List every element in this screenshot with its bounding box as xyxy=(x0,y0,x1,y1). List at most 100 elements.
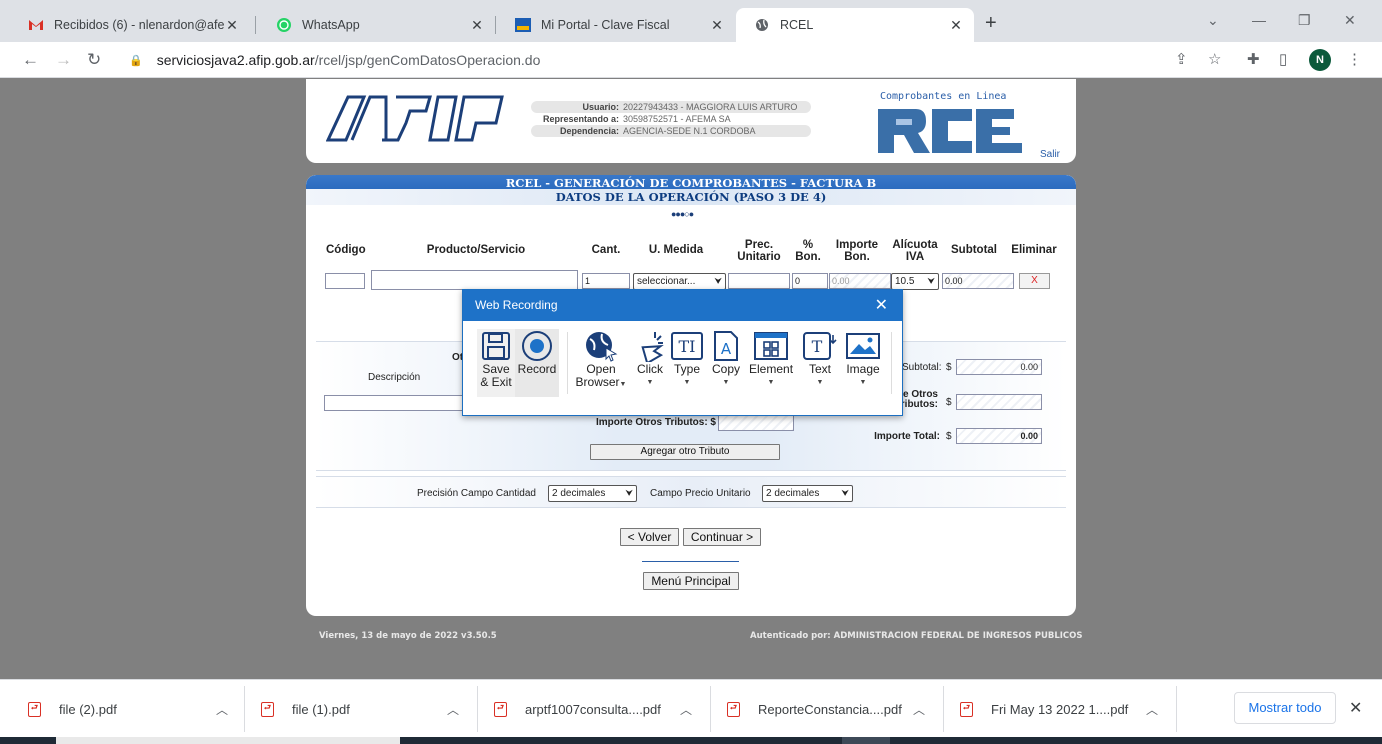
precision-precio-select[interactable]: 2 decimales ⮟ xyxy=(762,485,853,502)
subtotal-total-input: 0.00 xyxy=(956,359,1042,375)
chevron-down-icon: ⮟ xyxy=(625,488,633,498)
tab-gmail[interactable]: Recibidos (6) - nlenardon@afema ✕ xyxy=(10,8,250,42)
precision-cantidad-select[interactable]: 2 decimales ⮟ xyxy=(548,485,637,502)
chevron-up-icon[interactable]: ︿ xyxy=(447,701,459,718)
save-exit-button[interactable]: Save & Exit xyxy=(477,329,515,389)
divider xyxy=(642,561,739,562)
chevron-up-icon[interactable]: ︿ xyxy=(1146,701,1158,718)
minimize-icon[interactable]: — xyxy=(1252,12,1266,28)
extensions-icon[interactable]: ✚ xyxy=(1247,50,1260,68)
prec-unit-input[interactable] xyxy=(728,273,790,289)
type-button[interactable]: TI Type ▼ xyxy=(670,329,704,389)
mostrar-todo-button[interactable]: Mostrar todo xyxy=(1234,692,1336,724)
text-icon: T xyxy=(801,329,839,363)
address-bar[interactable]: 🔒 serviciosjava2.afip.gob.ar /rcel/jsp/g… xyxy=(115,46,1165,74)
total-currency: $ xyxy=(946,431,952,442)
record-icon xyxy=(515,329,559,363)
download-separator xyxy=(1176,686,1177,732)
click-button[interactable]: Click ▼ xyxy=(633,329,667,389)
reload-icon[interactable]: ↻ xyxy=(87,50,101,70)
download-item[interactable]: ⮐ arptf1007consulta....pdf ︿ xyxy=(494,680,704,738)
floppy-disk-icon xyxy=(477,329,515,363)
importe-otros-label: Importe Otros Tributos: $ xyxy=(595,417,716,428)
download-filename: arptf1007consulta....pdf xyxy=(525,701,661,717)
click-icon xyxy=(633,329,667,363)
importe-bon-input: 0.00 xyxy=(829,273,891,289)
tab-rcel[interactable]: RCEL ✕ xyxy=(736,8,974,42)
afip-header: Usuario: 20227943433 - MAGGIORA LUIS ARTU… xyxy=(306,79,1076,163)
image-label: Image xyxy=(846,362,880,376)
subtotal-currency: $ xyxy=(946,362,952,373)
close-icon[interactable]: ✕ xyxy=(875,290,888,321)
codigo-input[interactable] xyxy=(325,273,365,289)
tab-whatsapp[interactable]: WhatsApp ✕ xyxy=(258,8,495,42)
download-filename: file (1).pdf xyxy=(292,701,350,717)
lock-icon[interactable]: 🔒 xyxy=(129,54,143,67)
side-panel-icon[interactable]: ▯ xyxy=(1279,50,1287,68)
umedida-select[interactable]: seleccionar... ⮟ xyxy=(633,273,726,290)
taskbar-app[interactable] xyxy=(842,737,890,744)
bookmark-star-icon[interactable]: ☆ xyxy=(1208,50,1221,68)
descripcion-input[interactable] xyxy=(324,395,484,411)
download-item[interactable]: ⮐ ReporteConstancia....pdf ︿ xyxy=(727,680,937,738)
text-button[interactable]: T Text ▼ xyxy=(801,329,839,389)
usuario-label: Usuario: xyxy=(582,102,619,112)
usuario-value: 20227943433 - MAGGIORA LUIS ARTURO xyxy=(623,102,798,112)
copy-button[interactable]: A Copy ▼ xyxy=(709,329,743,389)
volver-button[interactable]: < Volver xyxy=(620,528,679,546)
importe-total-label: Importe Total: xyxy=(874,431,940,442)
browser-toolbar: ← → ↻ 🔒 serviciosjava2.afip.gob.ar /rcel… xyxy=(0,42,1382,78)
new-tab-icon[interactable]: + xyxy=(985,12,997,35)
share-icon[interactable]: ⇪ xyxy=(1175,50,1188,68)
caret-down-icon: ▼ xyxy=(683,379,691,386)
eliminar-button[interactable]: X xyxy=(1019,273,1050,289)
menu-principal-button[interactable]: Menú Principal xyxy=(643,572,739,590)
chevron-up-icon[interactable]: ︿ xyxy=(913,701,925,718)
cant-input[interactable]: 1 xyxy=(582,273,630,289)
restore-icon[interactable]: ❐ xyxy=(1298,12,1311,29)
web-recording-dialog: Web Recording ✕ Save & Exit Record Open … xyxy=(462,289,903,416)
chevron-up-icon[interactable]: ︿ xyxy=(216,701,228,718)
download-filename: Fri May 13 2022 1....pdf xyxy=(991,701,1129,717)
producto-input[interactable] xyxy=(371,270,578,290)
download-item[interactable]: ⮐ file (1).pdf ︿ xyxy=(261,680,471,738)
precision-cantidad-label: Precisión Campo Cantidad xyxy=(417,488,536,499)
continuar-button[interactable]: Continuar > xyxy=(683,528,761,546)
salir-link[interactable]: Salir xyxy=(1040,149,1060,160)
close-icon[interactable]: ✕ xyxy=(224,17,240,34)
tab-search-icon[interactable]: ⌄ xyxy=(1207,12,1219,29)
importe-total-input: 0.00 xyxy=(956,428,1042,444)
tab-label: Mi Portal - Clave Fiscal xyxy=(541,18,670,32)
type-label: Type xyxy=(673,362,700,376)
taskbar-search[interactable] xyxy=(56,737,400,744)
avatar[interactable]: N xyxy=(1309,49,1331,71)
close-icon[interactable]: ✕ xyxy=(1349,698,1362,718)
download-item[interactable]: ⮐ Fri May 13 2022 1....pdf ︿ xyxy=(960,680,1170,738)
web-recording-title: Web Recording xyxy=(475,298,558,312)
window-close-icon[interactable]: ✕ xyxy=(1344,12,1356,29)
record-button[interactable]: Record xyxy=(515,329,559,376)
col-codigo: Código xyxy=(326,244,366,256)
open-browser-button[interactable]: Open Browser▼ xyxy=(575,329,627,391)
svg-text:A: A xyxy=(721,340,732,358)
element-button[interactable]: Element ▼ xyxy=(749,329,793,389)
back-icon[interactable]: ← xyxy=(22,50,39,70)
close-icon[interactable]: ✕ xyxy=(469,17,485,34)
otros-tributos-total-input xyxy=(956,394,1042,410)
download-item[interactable]: ⮐ file (2).pdf ︿ xyxy=(28,680,238,738)
image-button[interactable]: Image ▼ xyxy=(843,329,883,389)
bon-pct-input[interactable]: 0 xyxy=(792,273,828,289)
chevron-up-icon[interactable]: ︿ xyxy=(680,701,692,718)
alicuota-select[interactable]: 10.5 ⮟ xyxy=(891,273,939,290)
agregar-tributo-button[interactable]: Agregar otro Tributo xyxy=(590,444,780,460)
image-icon xyxy=(843,329,883,363)
forward-icon[interactable]: → xyxy=(55,50,72,70)
menu-icon[interactable]: ⋮ xyxy=(1347,50,1362,68)
rcel-tagline: Comprobantes en Linea xyxy=(880,91,1007,102)
close-icon[interactable]: ✕ xyxy=(709,17,725,34)
element-icon xyxy=(749,329,793,363)
close-icon[interactable]: ✕ xyxy=(948,17,964,34)
caret-down-icon: ▼ xyxy=(767,379,775,386)
umedida-value: seleccionar... xyxy=(637,276,696,287)
tab-mi-portal[interactable]: Mi Portal - Clave Fiscal ✕ xyxy=(497,8,735,42)
